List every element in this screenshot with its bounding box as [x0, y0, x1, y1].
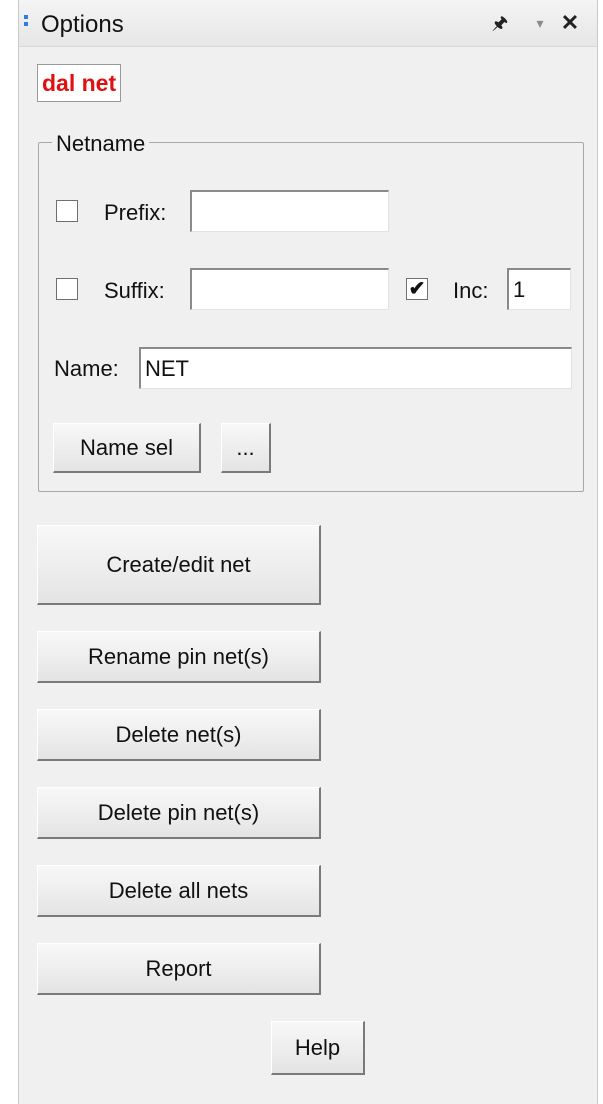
suffix-label: Suffix:: [104, 278, 165, 303]
rename-pin-nets-button[interactable]: Rename pin net(s): [37, 631, 321, 683]
delete-pin-nets-button[interactable]: Delete pin net(s): [37, 787, 321, 839]
create-edit-net-button[interactable]: Create/edit net: [37, 525, 321, 605]
delete-all-nets-button[interactable]: Delete all nets: [37, 865, 321, 917]
suffix-checkbox[interactable]: [56, 278, 78, 300]
prefix-label: Prefix:: [104, 200, 167, 225]
delete-nets-button[interactable]: Delete net(s): [37, 709, 321, 761]
prefix-input[interactable]: [190, 190, 389, 232]
prefix-checkbox[interactable]: [56, 200, 78, 222]
panel-titlebar[interactable]: Options 🖈 ▾ ✕: [19, 0, 597, 47]
mode-label: dal net: [37, 64, 122, 102]
name-label: Name:: [54, 356, 119, 381]
inc-label: Inc:: [453, 278, 489, 303]
panel-title: Options: [41, 11, 124, 38]
inc-input[interactable]: [507, 268, 571, 310]
dropdown-icon[interactable]: ▾: [529, 8, 551, 38]
pin-icon[interactable]: 🖈: [489, 8, 511, 38]
netname-group-legend: Netname: [52, 131, 150, 157]
inc-checkbox[interactable]: ✔: [406, 278, 428, 300]
drag-grip-icon[interactable]: [24, 15, 28, 32]
name-input[interactable]: [139, 347, 572, 389]
browse-button[interactable]: ...: [221, 423, 271, 473]
suffix-input[interactable]: [190, 268, 389, 310]
report-button[interactable]: Report: [37, 943, 321, 995]
options-panel: Options 🖈 ▾ ✕ dal net Netname Prefix: Su…: [18, 0, 598, 1104]
help-button[interactable]: Help: [271, 1021, 365, 1075]
name-sel-button[interactable]: Name sel: [53, 423, 201, 473]
close-icon[interactable]: ✕: [559, 8, 581, 38]
